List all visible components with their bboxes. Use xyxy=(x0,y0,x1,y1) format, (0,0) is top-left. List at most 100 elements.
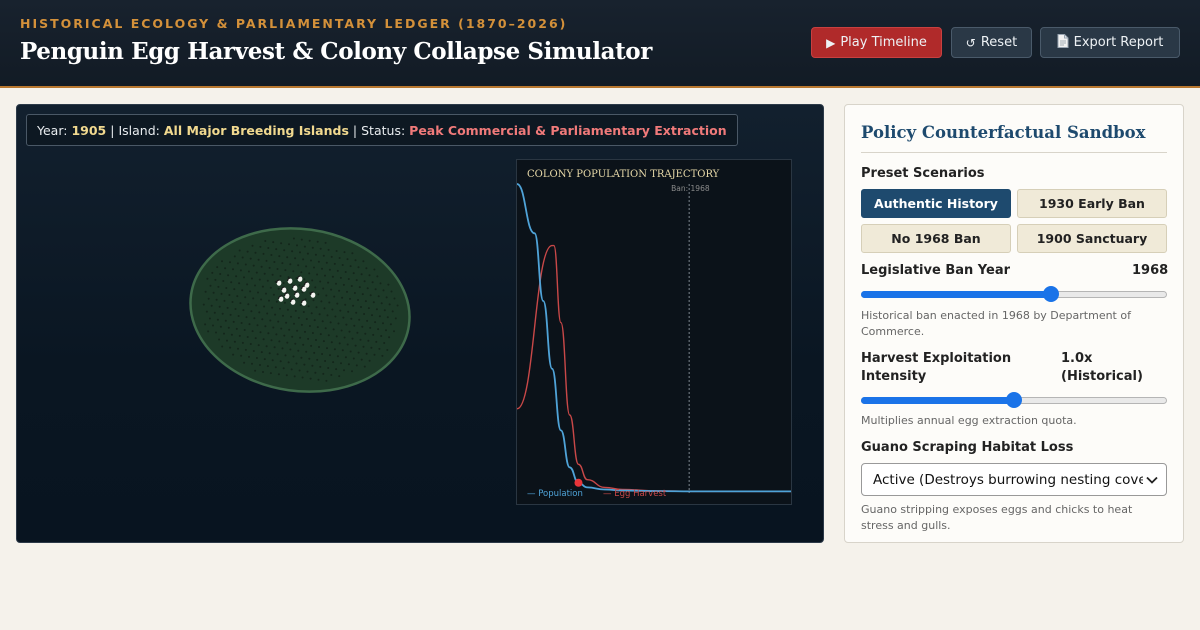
burrow-dot xyxy=(298,369,301,372)
burrow-dot xyxy=(341,296,344,299)
intensity-label: Harvest Exploitation Intensity xyxy=(861,351,1012,384)
burrow-dot xyxy=(295,362,298,365)
burrow-dot xyxy=(304,330,306,333)
burrow-dot xyxy=(341,264,344,266)
burrow-dot xyxy=(226,306,229,309)
intensity-slider[interactable] xyxy=(861,391,1167,409)
burrow-dot xyxy=(297,264,300,267)
burrow-dot xyxy=(224,319,227,322)
burrow-dot xyxy=(257,291,259,294)
slider-thumb[interactable] xyxy=(1043,286,1060,302)
guano-label: Guano Scraping Habitat Loss xyxy=(861,440,1074,455)
ban-year-slider[interactable] xyxy=(861,285,1167,303)
burrow-dot xyxy=(279,360,282,363)
burrow-dot xyxy=(271,359,274,362)
burrow-dot xyxy=(341,349,344,352)
preset-authentic-history-button[interactable]: Authentic History xyxy=(861,189,1011,218)
reset-button[interactable]: ↺ Reset xyxy=(951,27,1032,58)
burrow-dot xyxy=(241,341,244,344)
play-timeline-button[interactable]: ▶ Play Timeline xyxy=(811,27,942,58)
burrow-dot xyxy=(330,374,333,376)
burrow-dot xyxy=(328,301,331,304)
burrow-dot xyxy=(212,291,215,294)
burrow-dot xyxy=(294,309,297,312)
burrow-dot xyxy=(350,285,353,287)
burrow-dot xyxy=(364,332,367,335)
burrow-dot xyxy=(307,305,310,308)
burrow-dot xyxy=(346,258,349,261)
burrow-dot xyxy=(235,327,238,330)
burrow-dot xyxy=(215,331,217,334)
play-timeline-label: Play Timeline xyxy=(840,35,927,50)
burrow-dot xyxy=(220,292,223,295)
burrow-dot xyxy=(354,344,357,347)
burrow-dot xyxy=(308,239,311,242)
burrow-dot xyxy=(215,298,218,301)
slider-thumb[interactable] xyxy=(1006,392,1022,408)
burrow-dot xyxy=(249,257,252,260)
burrow-dot xyxy=(343,369,345,372)
year-value: 1905 xyxy=(71,122,107,138)
burrow-dot xyxy=(279,307,281,310)
burrow-dot xyxy=(371,281,374,284)
burrow-dot xyxy=(321,320,324,323)
burrow-dot xyxy=(346,343,349,346)
burrow-dot xyxy=(289,348,292,351)
burrow-dot xyxy=(228,294,231,296)
burrow-dot xyxy=(291,335,294,338)
burrow-dot xyxy=(311,332,314,334)
burrow-dot xyxy=(280,242,283,245)
burrow-dot xyxy=(233,288,236,291)
burrow-dot xyxy=(275,248,278,251)
burrow-dot xyxy=(241,289,244,292)
burrow-dot xyxy=(393,297,396,300)
burrow-dot xyxy=(333,295,336,298)
burrow-dot xyxy=(370,346,373,349)
burrow-dot xyxy=(361,293,364,296)
burrow-dot xyxy=(318,346,320,348)
burrow-dot xyxy=(284,269,287,272)
burrow-dot xyxy=(372,301,375,304)
legend-egg-harvest: — Egg Harvest xyxy=(603,489,667,499)
burrow-dot xyxy=(349,297,351,300)
export-report-button[interactable]: Export Report xyxy=(1040,27,1180,58)
burrow-dot xyxy=(252,350,255,352)
burrow-dot xyxy=(369,294,372,297)
burrow-dot xyxy=(346,290,348,293)
burrow-dot xyxy=(249,290,252,293)
burrow-dot xyxy=(363,365,366,368)
burrow-dot xyxy=(251,244,254,247)
burrow-dot xyxy=(335,250,338,252)
visualization-panel: Year: 1905 | Island: All Major Breeding … xyxy=(16,104,824,543)
burrow-dot xyxy=(241,256,244,259)
burrow-dot xyxy=(351,337,354,340)
burrow-dot xyxy=(339,276,342,279)
burrow-dot xyxy=(248,323,251,326)
burrow-dot xyxy=(317,378,320,381)
guano-select[interactable]: Active (Destroys burrowing nesting cover… xyxy=(861,463,1167,496)
status-separator: | xyxy=(110,122,115,138)
guano-select-value: Active (Destroys burrowing nesting cover… xyxy=(873,471,1158,488)
burrow-dot xyxy=(213,311,216,314)
burrow-dot xyxy=(332,328,335,331)
burrow-dot xyxy=(332,361,335,364)
burrow-dot xyxy=(321,267,323,270)
burrow-dot xyxy=(298,284,301,287)
preset-1900-sanctuary-button[interactable]: 1900 Sanctuary xyxy=(1017,224,1167,253)
preset-no-1968-ban-button[interactable]: No 1968 Ban xyxy=(861,224,1011,253)
burrow-dot xyxy=(216,318,219,321)
burrow-dot xyxy=(347,278,350,280)
burrow-dot xyxy=(355,279,358,282)
burrow-dot xyxy=(366,287,369,290)
burrow-dot xyxy=(238,249,241,252)
burrow-dot xyxy=(314,286,317,289)
burrow-dot xyxy=(386,349,389,351)
burrow-dot xyxy=(303,363,306,366)
burrow-dot xyxy=(252,297,255,300)
burrow-dot xyxy=(310,259,312,262)
burrow-dot xyxy=(376,275,379,278)
preset-1930-early-ban-button[interactable]: 1930 Early Ban xyxy=(1017,189,1167,218)
burrow-dot xyxy=(267,332,270,335)
burrow-dot xyxy=(324,274,326,277)
burrow-dot xyxy=(315,339,317,341)
